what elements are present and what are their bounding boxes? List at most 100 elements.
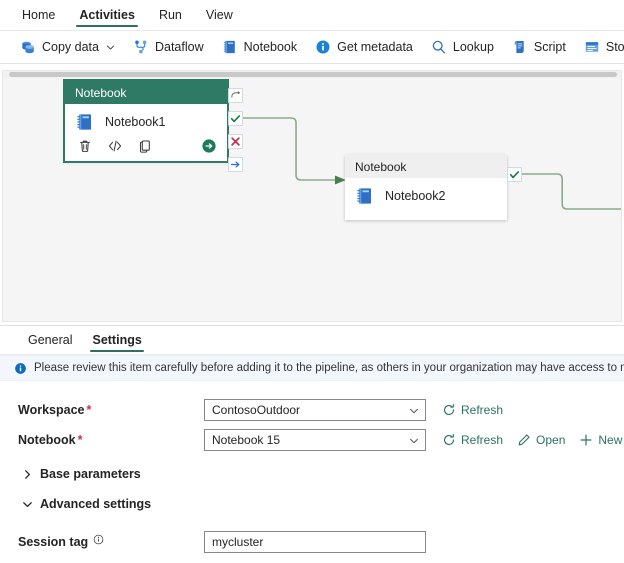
- info-outline-icon[interactable]: [93, 534, 104, 545]
- session-tag-label-text: Session tag: [18, 535, 88, 549]
- session-tag-input[interactable]: [204, 531, 426, 553]
- workspace-dropdown[interactable]: ContosoOutdoor: [204, 399, 426, 421]
- tab-settings[interactable]: Settings: [82, 326, 151, 354]
- required-asterisk: *: [78, 433, 83, 447]
- notebook-value: Notebook 15: [212, 433, 280, 447]
- command-copy-data-label: Copy data: [42, 40, 99, 54]
- notebook-refresh-label: Refresh: [461, 433, 503, 447]
- notebook-label: Notebook*: [18, 433, 204, 447]
- detail-tab-bar: General Settings: [0, 326, 624, 355]
- base-parameters-label: Base parameters: [40, 467, 141, 481]
- notebook-icon: [355, 186, 375, 206]
- stored-procedure-icon: [584, 39, 600, 55]
- notebook-open-label: Open: [536, 433, 565, 447]
- chevron-down-icon: [409, 436, 419, 446]
- activity-node-notebook2-type: Notebook: [355, 160, 406, 174]
- chevron-down-icon: [22, 499, 33, 510]
- ribbon-tab-home-label: Home: [22, 8, 55, 22]
- command-get-metadata-label: Get metadata: [337, 40, 413, 54]
- duplicate-icon[interactable]: [137, 138, 153, 154]
- notebook-new-label: New: [598, 433, 622, 447]
- notebook-dropdown[interactable]: Notebook 15: [204, 429, 426, 451]
- failure-badge[interactable]: [228, 134, 243, 149]
- check-icon: [230, 113, 241, 124]
- ribbon-tab-run-label: Run: [159, 8, 182, 22]
- ribbon-command-bar: Copy data Dataflow Notebook Get metadata: [0, 31, 624, 64]
- dataflow-icon: [133, 39, 149, 55]
- workspace-refresh-label: Refresh: [461, 403, 503, 417]
- command-stored-procedure[interactable]: Stored: [576, 35, 624, 59]
- pencil-icon: [517, 433, 531, 447]
- ribbon-tab-view-label: View: [206, 8, 233, 22]
- command-script-label: Script: [534, 40, 566, 54]
- workspace-value: ContosoOutdoor: [212, 403, 300, 417]
- notebook-refresh-button[interactable]: Refresh: [442, 433, 503, 447]
- ribbon-tab-activities[interactable]: Activities: [67, 0, 147, 30]
- canvas-surface[interactable]: Notebook Notebook1: [3, 78, 621, 321]
- workspace-label-text: Workspace: [18, 403, 84, 417]
- ribbon-tab-run[interactable]: Run: [147, 0, 194, 30]
- cross-icon: [230, 136, 241, 147]
- tab-settings-label: Settings: [92, 333, 141, 347]
- field-row-notebook: Notebook* Notebook 15 Refresh Open: [0, 425, 624, 455]
- plus-icon: [579, 433, 593, 447]
- field-row-session-tag: Session tag: [0, 527, 624, 557]
- activity-node-notebook2-title: Notebook2: [385, 189, 445, 203]
- pipeline-editor: Home Activities Run View Copy data Dataf…: [0, 0, 624, 563]
- check-icon: [509, 169, 520, 180]
- command-notebook[interactable]: Notebook: [214, 35, 306, 59]
- run-icon[interactable]: [201, 138, 217, 154]
- activity-detail-pane: General Settings Please review this item…: [0, 325, 624, 563]
- activity-node-notebook2-header: Notebook: [345, 155, 507, 178]
- arrow-right-icon: [230, 159, 241, 170]
- command-lookup[interactable]: Lookup: [423, 35, 502, 59]
- tab-general[interactable]: General: [18, 326, 82, 354]
- advanced-settings-expander[interactable]: Advanced settings: [0, 491, 624, 517]
- field-row-workspace: Workspace* ContosoOutdoor Refresh: [0, 395, 624, 425]
- command-get-metadata[interactable]: Get metadata: [307, 35, 421, 59]
- chevron-down-icon: [409, 406, 419, 416]
- activity-node-notebook1-type: Notebook: [75, 86, 126, 100]
- notebook-open-button[interactable]: Open: [517, 433, 565, 447]
- ribbon-tab-activities-label: Activities: [79, 8, 135, 22]
- workspace-refresh-button[interactable]: Refresh: [442, 403, 503, 417]
- activity-node-notebook2-body: Notebook2: [345, 178, 507, 220]
- ribbon-tab-view[interactable]: View: [194, 0, 245, 30]
- completion-badge[interactable]: [228, 157, 243, 172]
- activity-node-notebook1-title: Notebook1: [105, 115, 165, 129]
- code-icon[interactable]: [107, 138, 123, 154]
- info-circle-icon: [315, 39, 331, 55]
- notebook-icon: [222, 39, 238, 55]
- copy-data-icon: [20, 39, 36, 55]
- command-lookup-label: Lookup: [453, 40, 494, 54]
- pipeline-canvas[interactable]: Notebook Notebook1: [2, 70, 622, 322]
- ribbon-tab-home[interactable]: Home: [10, 0, 67, 30]
- command-dataflow[interactable]: Dataflow: [125, 35, 212, 59]
- canvas-horizontal-scrollbar[interactable]: [3, 71, 621, 78]
- scrollbar-thumb[interactable]: [9, 72, 617, 77]
- workspace-label: Workspace*: [18, 403, 204, 417]
- base-parameters-expander[interactable]: Base parameters: [0, 461, 624, 487]
- activity-node-notebook1-body: Notebook1: [65, 104, 227, 136]
- refresh-icon: [442, 403, 456, 417]
- delete-icon[interactable]: [77, 138, 93, 154]
- chevron-down-icon[interactable]: [106, 43, 115, 52]
- notebook-new-button[interactable]: New: [579, 433, 622, 447]
- activity-node-notebook1[interactable]: Notebook Notebook1: [65, 81, 227, 161]
- success-badge[interactable]: [228, 111, 243, 126]
- magnifier-icon: [431, 39, 447, 55]
- command-dataflow-label: Dataflow: [155, 40, 204, 54]
- script-icon: [512, 39, 528, 55]
- skip-badge[interactable]: [228, 88, 243, 103]
- notebook-icon: [75, 112, 95, 132]
- success-badge[interactable]: [507, 167, 522, 182]
- info-circle-icon: [14, 362, 27, 375]
- command-notebook-label: Notebook: [244, 40, 298, 54]
- refresh-icon: [442, 433, 456, 447]
- command-script[interactable]: Script: [504, 35, 574, 59]
- command-copy-data[interactable]: Copy data: [12, 35, 123, 59]
- info-message-text: Please review this item carefully before…: [34, 362, 624, 374]
- activity-node-notebook1-header: Notebook: [65, 81, 227, 104]
- command-stored-procedure-label: Stored: [606, 40, 624, 54]
- activity-node-notebook2[interactable]: Notebook Notebook2: [345, 155, 507, 220]
